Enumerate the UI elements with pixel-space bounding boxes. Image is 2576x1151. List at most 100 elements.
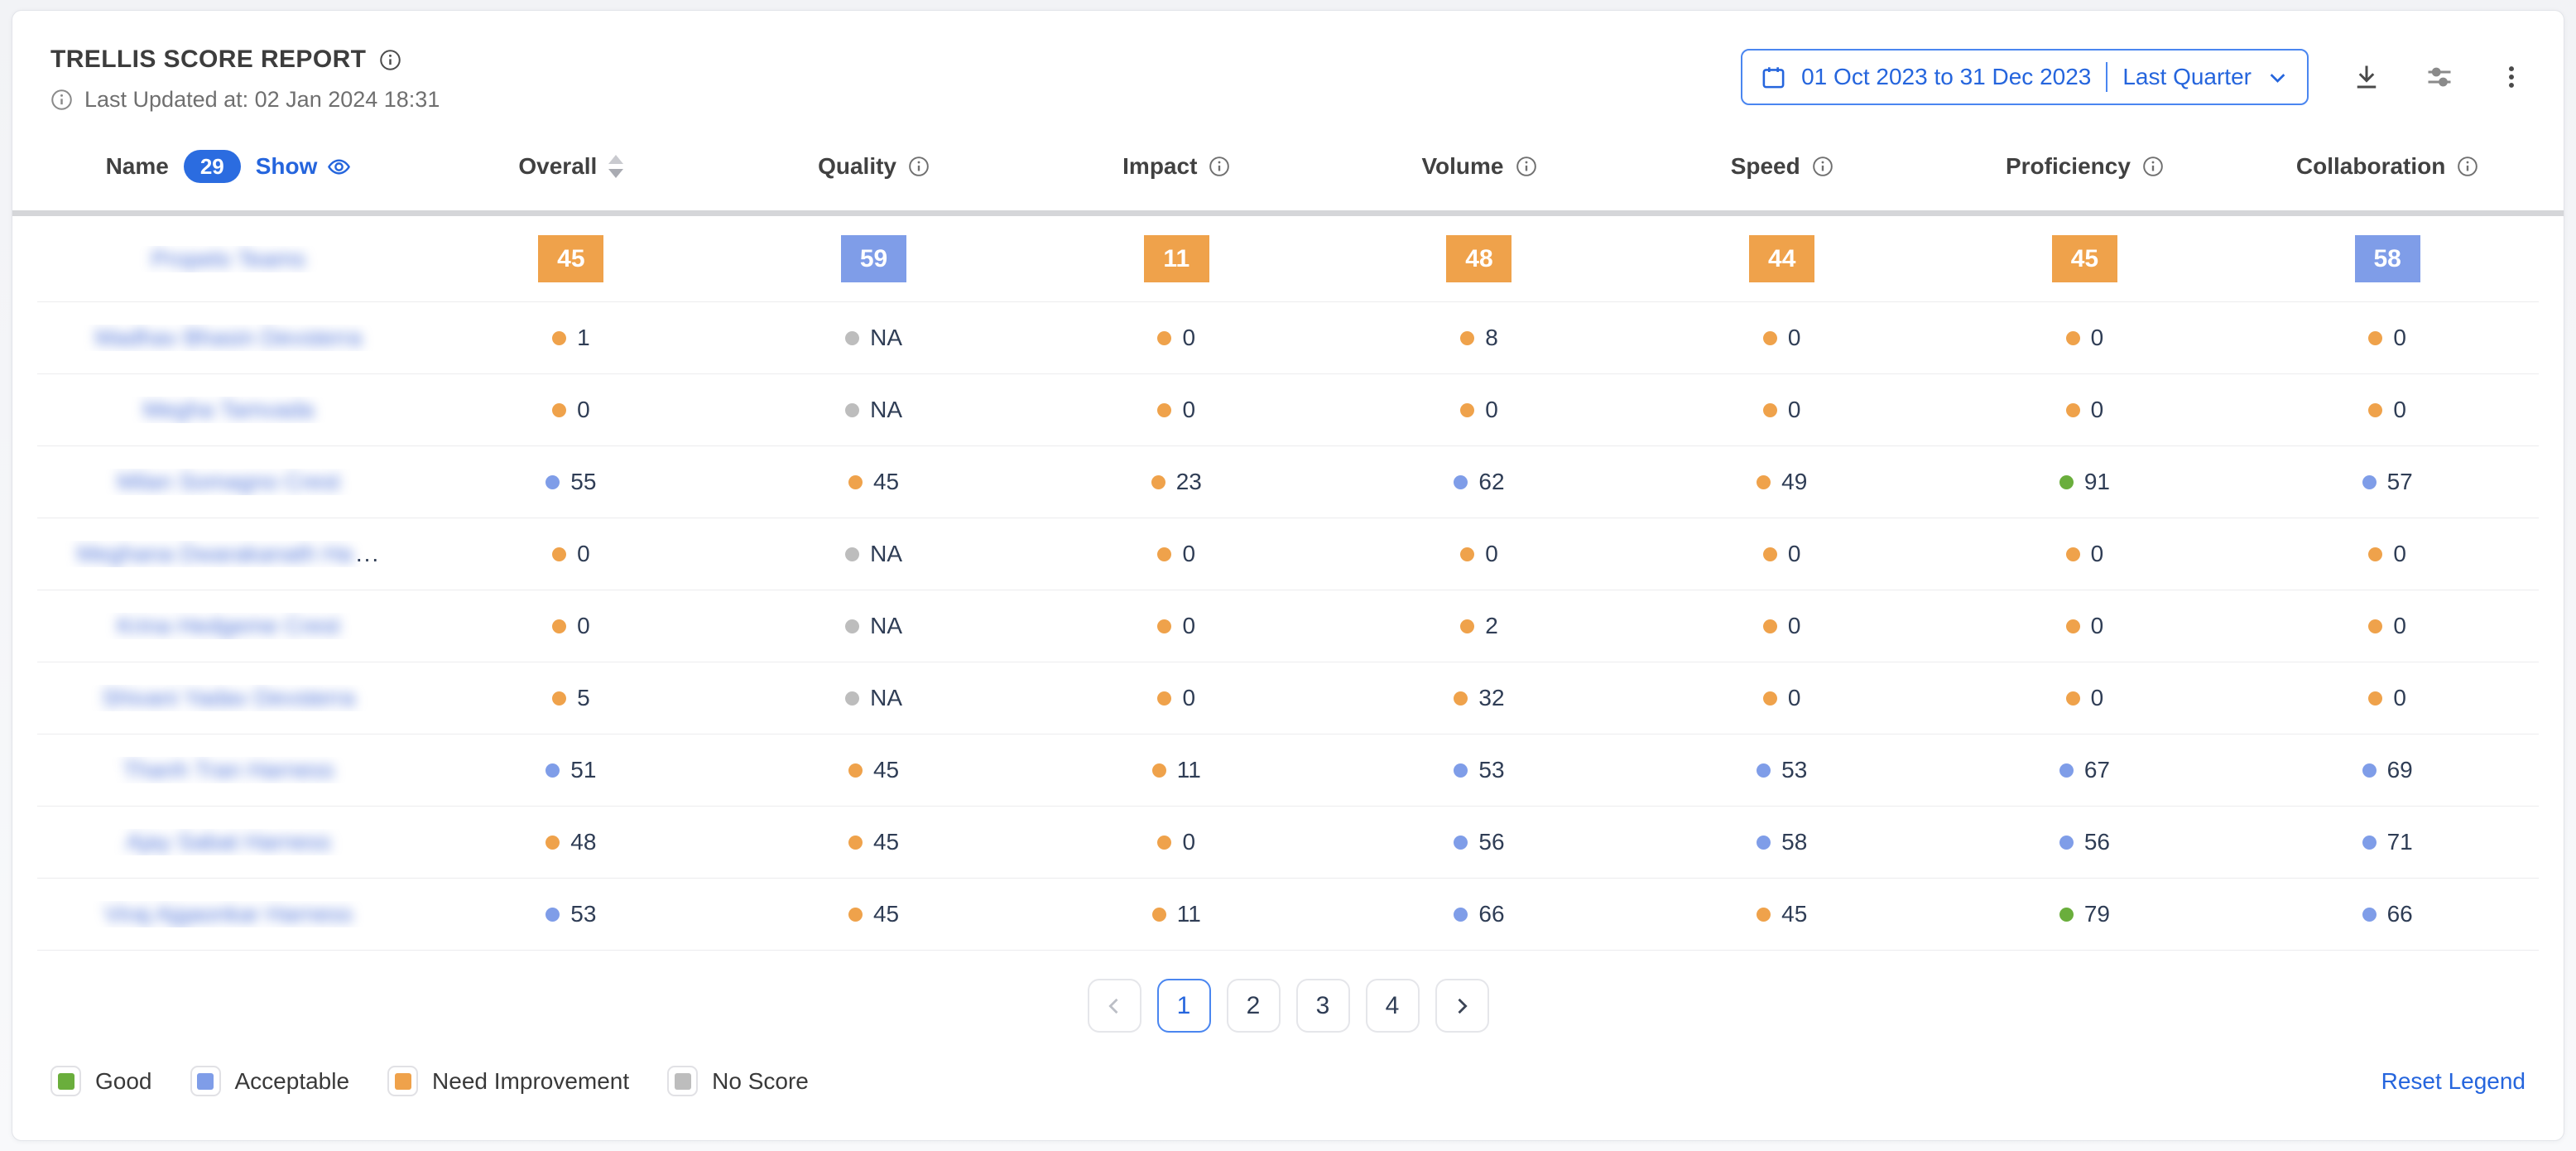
pagination: 1234 [12,979,2564,1033]
name-cell: Thanh Tran Harness [37,757,420,783]
more-options-button[interactable] [2497,63,2526,91]
score-dot [1454,763,1468,778]
score-value: 0 [2091,613,2104,639]
member-name-link[interactable]: Meghana Dwarakanath Ha [77,541,353,567]
score-cell: 62 [1328,469,1631,495]
member-name-link[interactable]: Thanh Tran Harness [123,757,334,783]
score-value: NA [870,397,902,423]
member-name-link[interactable]: Megha Tamvada [143,397,315,423]
score-value: 0 [1788,685,1801,711]
date-range-label: 01 Oct 2023 to 31 Dec 2023 [1801,64,2091,90]
score-dot [1460,403,1474,417]
score-dot [2362,836,2377,850]
table-body: Propelo Teams45591148444558Madhav Bhasin… [12,216,2564,951]
score-dot [545,763,560,778]
score-dot [1157,403,1171,417]
score-cell: 51 [420,757,723,783]
sort-asc-arrow [608,155,623,164]
score-dot [2362,763,2377,778]
legend-item-good[interactable]: Good [50,1066,152,1096]
member-name-link[interactable]: Viraj Ajgaonkar Harness [104,901,353,927]
score-cell: 45 [723,901,1026,927]
score-dot [2059,908,2074,922]
score-chip: 45 [538,235,603,282]
trellis-score-report-card: TRELLIS SCORE REPORT Last Updated at: 02… [12,10,2564,1141]
member-name-link[interactable]: Ajay Sabat Harness [126,829,330,855]
column-info-icon[interactable] [1812,156,1833,177]
reset-legend-link[interactable]: Reset Legend [2381,1068,2526,1095]
column-header-collaboration: Collaboration [2236,153,2539,180]
legend-item-acceptable[interactable]: Acceptable [190,1066,350,1096]
score-value: 45 [873,829,899,855]
score-value: NA [870,541,902,567]
member-name-link[interactable]: Milan Somagno Crest [117,469,339,495]
score-cell: 0 [1934,397,2237,423]
pagination-prev-button[interactable] [1088,979,1141,1033]
report-info-icon[interactable] [379,49,401,71]
score-chip: 44 [1749,235,1814,282]
score-chip: 58 [2355,235,2420,282]
legend-item-no-score[interactable]: No Score [667,1066,809,1096]
score-dot [2066,691,2080,706]
table-row: Milan Somagno Crest55452362499157 [37,446,2539,518]
member-name-link[interactable]: Madhav Bhasin Devsterra [95,325,362,351]
score-cell: NA [723,541,1026,567]
table-header-row: Name 29 Show OverallQualityImpactVolumeS… [12,142,2564,190]
legend-label: Acceptable [235,1068,350,1095]
sliders-icon [2425,62,2454,92]
member-name-link[interactable]: Krina Hedgeme Crest [117,613,339,639]
team-name-link[interactable]: Propelo Teams [151,246,305,272]
widget-settings-button[interactable] [2425,62,2454,92]
team-summary-row: Propelo Teams45591148444558 [37,216,2539,302]
score-cell: NA [723,685,1026,711]
score-dot [2362,908,2377,922]
column-info-icon[interactable] [2142,156,2164,177]
pagination-page-3[interactable]: 3 [1296,979,1350,1033]
score-dot [845,547,859,561]
score-dot [2368,403,2382,417]
score-value: 69 [2387,757,2413,783]
column-info-icon[interactable] [1516,156,1537,177]
column-info-icon[interactable] [908,156,930,177]
legend-swatch [395,1073,411,1090]
score-dot [1763,691,1777,706]
column-header-label: Proficiency [2006,153,2131,180]
pagination-page-2[interactable]: 2 [1227,979,1281,1033]
score-cell: 0 [1934,325,2237,351]
score-value: 48 [570,829,596,855]
pagination-page-1[interactable]: 1 [1157,979,1211,1033]
score-dot [552,691,566,706]
pagination-next-button[interactable] [1435,979,1489,1033]
column-header-overall: Overall [420,153,723,180]
column-info-icon[interactable] [1209,156,1230,177]
legend-item-need-improvement[interactable]: Need Improvement [387,1066,629,1096]
legend-label: Need Improvement [432,1068,629,1095]
score-dot [1460,547,1474,561]
score-cell: 45 [723,469,1026,495]
score-value: 45 [873,469,899,495]
member-name-link[interactable]: Shivani Yadav Devsterra [102,685,355,711]
score-value: 55 [570,469,596,495]
score-dot [552,547,566,561]
column-info-icon[interactable] [2457,156,2478,177]
sort-desc-arrow [608,169,623,178]
score-cell: 91 [1934,469,2237,495]
score-value: 49 [1781,469,1807,495]
sort-icon[interactable] [608,155,623,178]
download-button[interactable] [2352,62,2381,92]
footer: Good Acceptable Need Improvement No Score R… [12,1066,2564,1096]
date-range-picker[interactable]: 01 Oct 2023 to 31 Dec 2023 Last Quarter [1741,49,2309,105]
name-cell: Krina Hedgeme Crest [37,613,420,639]
show-names-button[interactable]: Show [256,153,352,180]
pagination-page-4[interactable]: 4 [1366,979,1420,1033]
score-cell: 0 [2236,325,2539,351]
table-row: Meghana Dwarakanath Ha...0NA00000 [37,518,2539,590]
score-dot [1763,403,1777,417]
score-value: 0 [1788,397,1801,423]
score-cell: 0 [2236,397,2539,423]
score-cell: 49 [1631,469,1934,495]
column-header-label: Speed [1731,153,1800,180]
score-cell: 45 [723,829,1026,855]
eye-icon [327,155,351,179]
score-dot [2066,547,2080,561]
